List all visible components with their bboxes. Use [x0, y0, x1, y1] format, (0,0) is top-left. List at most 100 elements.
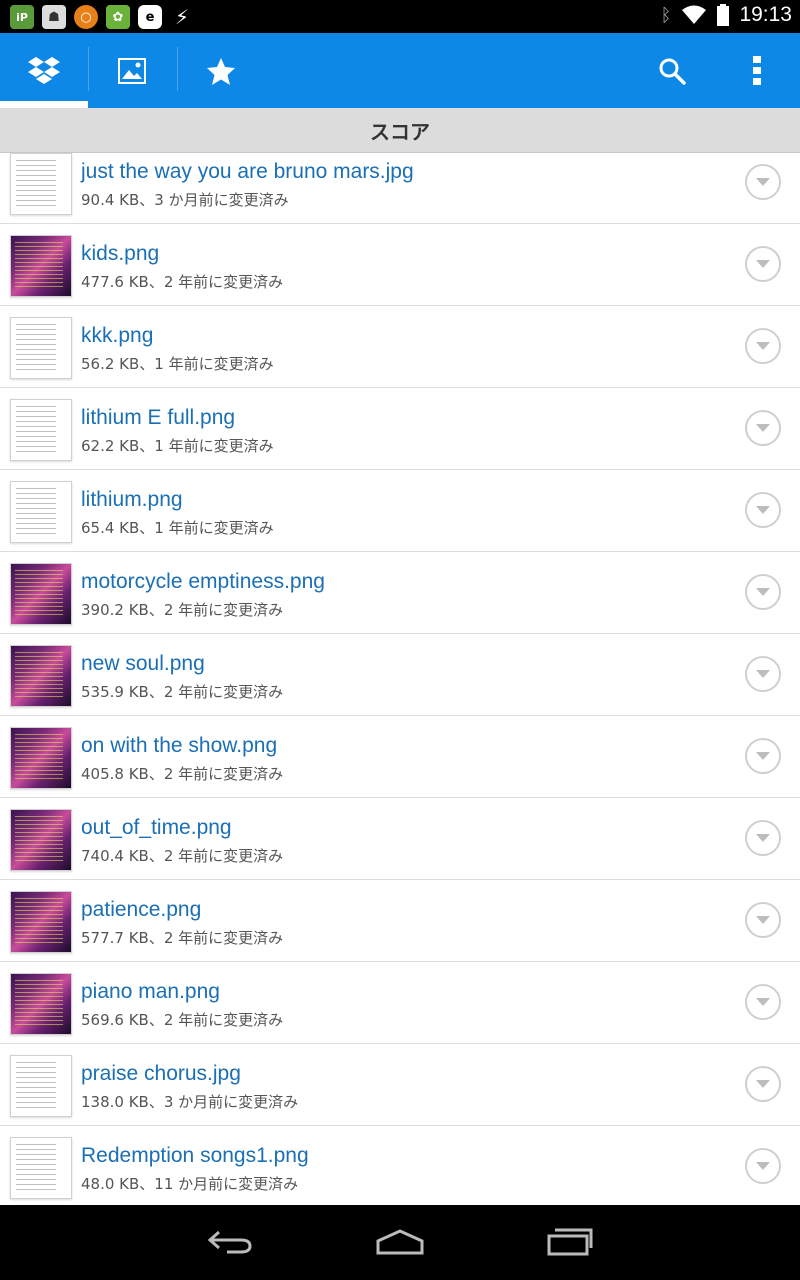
file-meta: 477.6 KB、2 年前に変更済み	[81, 273, 284, 291]
file-options-button[interactable]	[745, 164, 781, 200]
back-icon	[207, 1230, 252, 1254]
file-name: praise chorus.jpg	[81, 1062, 241, 1085]
file-name: motorcycle emptiness.png	[81, 570, 325, 593]
file-row[interactable]: motorcycle emptiness.png 390.2 KB、2 年前に変更…	[0, 552, 800, 634]
file-name: lithium.png	[81, 488, 183, 511]
file-name: kids.png	[81, 242, 160, 265]
file-list: just the way you are bruno mars.jpg 90.4 …	[0, 153, 800, 1205]
file-row[interactable]: kids.png 477.6 KB、2 年前に変更済み	[0, 224, 800, 306]
file-thumbnail-document	[10, 481, 72, 543]
ip-icon: iP	[10, 5, 34, 29]
chevron-down-icon	[756, 424, 770, 432]
tab-favorites[interactable]	[177, 33, 265, 108]
file-options-button[interactable]	[745, 410, 781, 446]
app-icon: ☗	[42, 5, 66, 29]
file-meta: 390.2 KB、2 年前に変更済み	[81, 601, 284, 619]
file-thumbnail-photo	[10, 727, 72, 789]
file-thumbnail-photo	[10, 563, 72, 625]
file-meta: 65.4 KB、1 年前に変更済み	[81, 519, 274, 537]
search-icon	[659, 58, 686, 85]
chevron-down-icon	[756, 916, 770, 924]
file-thumbnail-document	[10, 153, 72, 215]
chevron-down-icon	[756, 260, 770, 268]
file-thumbnail-photo	[10, 891, 72, 953]
file-options-button[interactable]	[745, 1066, 781, 1102]
bluetooth-icon: ᛒ	[660, 4, 672, 26]
file-options-button[interactable]	[745, 984, 781, 1020]
search-button[interactable]	[637, 33, 707, 108]
file-thumbnail-document	[10, 1137, 72, 1199]
notification-icons: iP ☗ ○ ✿ e ⚡	[10, 5, 194, 29]
file-row[interactable]: Redemption songs1.png 48.0 KB、11 か月前に変更済み	[0, 1126, 800, 1205]
chevron-down-icon	[756, 1080, 770, 1088]
system-status-icons: ᛒ 19:13	[661, 3, 792, 27]
file-meta: 62.2 KB、1 年前に変更済み	[81, 437, 274, 455]
photos-icon	[118, 57, 146, 84]
navigation-bar	[0, 1205, 800, 1280]
file-meta: 535.9 KB、2 年前に変更済み	[81, 683, 284, 701]
status-bar: iP ☗ ○ ✿ e ⚡ ᛒ 19:13	[0, 0, 800, 33]
file-thumbnail-document	[10, 317, 72, 379]
file-row[interactable]: kkk.png 56.2 KB、1 年前に変更済み	[0, 306, 800, 388]
file-options-button[interactable]	[745, 1148, 781, 1184]
file-options-button[interactable]	[745, 656, 781, 692]
file-options-button[interactable]	[745, 820, 781, 856]
chevron-down-icon	[756, 178, 770, 186]
clock-time: 19:13	[739, 3, 792, 26]
tab-dropbox[interactable]	[0, 33, 88, 108]
file-row[interactable]: praise chorus.jpg 138.0 KB、3 か月前に変更済み	[0, 1044, 800, 1126]
recents-icon	[547, 1228, 593, 1256]
file-meta: 138.0 KB、3 か月前に変更済み	[81, 1093, 299, 1111]
file-row[interactable]: on with the show.png 405.8 KB、2 年前に変更済み	[0, 716, 800, 798]
tab-photos[interactable]	[88, 33, 176, 108]
home-icon	[376, 1229, 424, 1255]
file-meta: 405.8 KB、2 年前に変更済み	[81, 765, 284, 783]
file-name: piano man.png	[81, 980, 220, 1003]
chevron-down-icon	[756, 1162, 770, 1170]
chevron-down-icon	[756, 834, 770, 842]
home-button[interactable]	[360, 1217, 440, 1267]
file-name: just the way you are bruno mars.jpg	[81, 160, 414, 183]
file-meta: 577.7 KB、2 年前に変更済み	[81, 929, 284, 947]
favorites-icon	[207, 57, 235, 85]
dropbox-icon	[28, 56, 60, 84]
chevron-down-icon	[756, 342, 770, 350]
folder-header: スコア	[0, 108, 800, 153]
back-button[interactable]	[190, 1217, 270, 1267]
file-thumbnail-photo	[10, 645, 72, 707]
battery-icon	[717, 4, 730, 26]
lightning-icon: ⚡	[174, 5, 190, 29]
file-row[interactable]: out_of_time.png 740.4 KB、2 年前に変更済み	[0, 798, 800, 880]
file-options-button[interactable]	[745, 902, 781, 938]
chevron-down-icon	[756, 588, 770, 596]
green-badge-icon: ✿	[106, 5, 130, 29]
file-row[interactable]: lithium E full.png 62.2 KB、1 年前に変更済み	[0, 388, 800, 470]
file-row[interactable]: lithium.png 65.4 KB、1 年前に変更済み	[0, 470, 800, 552]
file-thumbnail-photo	[10, 235, 72, 297]
chevron-down-icon	[756, 998, 770, 1006]
file-options-button[interactable]	[745, 246, 781, 282]
file-thumbnail-photo	[10, 809, 72, 871]
file-name: new soul.png	[81, 652, 205, 675]
chevron-down-icon	[756, 752, 770, 760]
recents-button[interactable]	[530, 1217, 610, 1267]
action-bar	[0, 33, 800, 108]
overflow-menu-button[interactable]	[722, 33, 792, 108]
file-meta: 569.6 KB、2 年前に変更済み	[81, 1011, 284, 1029]
file-row[interactable]: new soul.png 535.9 KB、2 年前に変更済み	[0, 634, 800, 716]
file-options-button[interactable]	[745, 328, 781, 364]
file-name: kkk.png	[81, 324, 154, 347]
file-row[interactable]: piano man.png 569.6 KB、2 年前に変更済み	[0, 962, 800, 1044]
wifi-icon	[682, 5, 707, 24]
chevron-down-icon	[756, 506, 770, 514]
file-options-button[interactable]	[745, 492, 781, 528]
file-options-button[interactable]	[745, 738, 781, 774]
file-name: Redemption songs1.png	[81, 1144, 309, 1167]
file-options-button[interactable]	[745, 574, 781, 610]
file-name: out_of_time.png	[81, 816, 232, 839]
file-row[interactable]: patience.png 577.7 KB、2 年前に変更済み	[0, 880, 800, 962]
orange-ring-icon: ○	[74, 5, 98, 29]
file-row[interactable]: just the way you are bruno mars.jpg 90.4 …	[0, 153, 800, 224]
file-name: patience.png	[81, 898, 202, 921]
overflow-menu-icon	[753, 55, 761, 85]
